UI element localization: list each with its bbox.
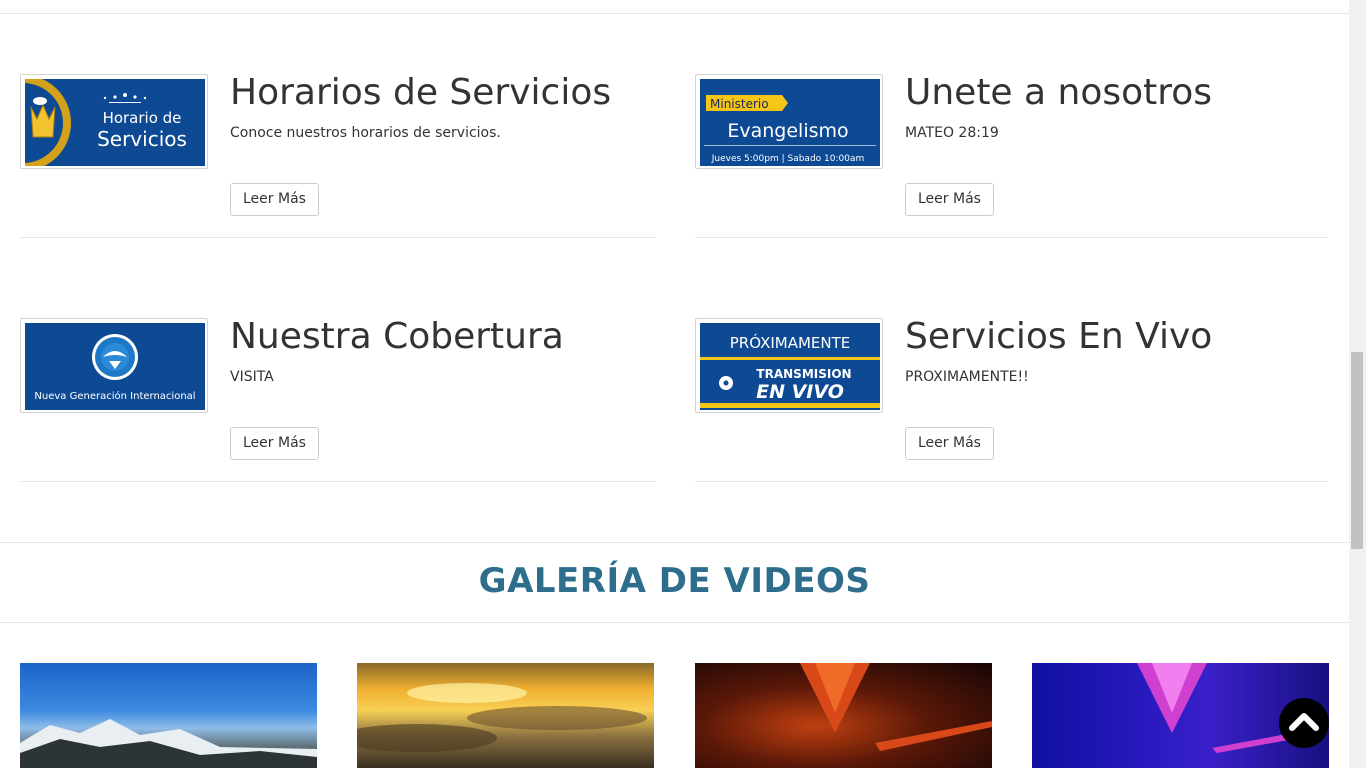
card-en-vivo: PRÓXIMAMENTE TRANSMISION EN VIVO Servici… <box>695 316 1328 482</box>
card-horarios: Horario de Servicios Horarios de Servici… <box>20 72 656 238</box>
light-beam-art <box>800 663 992 751</box>
cobertura-caption: Nueva Generación Internacional <box>34 390 195 402</box>
en-vivo-line3: EN VIVO <box>756 381 844 403</box>
card-cobertura: Nueva Generación Internacional Nuestra C… <box>20 316 656 482</box>
card-title: Servicios En Vivo <box>905 316 1213 357</box>
evangelismo-schedule: Jueves 5:00pm | Sabado 10:00am <box>711 154 865 164</box>
video-thumbnail-2[interactable] <box>357 663 654 768</box>
back-to-top-button[interactable] <box>1279 698 1329 748</box>
evangelismo-image: Ministerio Evangelismo Jueves 5:00pm | S… <box>700 79 880 166</box>
card-divider <box>695 481 1328 482</box>
evangelismo-image-art: Ministerio Evangelismo Jueves 5:00pm | S… <box>700 79 880 166</box>
en-vivo-line2: TRANSMISION <box>756 367 851 381</box>
evangelismo-main: Evangelismo <box>727 120 848 142</box>
page-scrollbar[interactable] <box>1349 0 1366 768</box>
en-vivo-line1: PRÓXIMAMENTE <box>730 333 851 352</box>
card-thumbnail[interactable]: Horario de Servicios <box>20 74 208 169</box>
mountain-art <box>20 719 317 768</box>
en-vivo-image-art: PRÓXIMAMENTE TRANSMISION EN VIVO <box>700 323 880 410</box>
card-title: Unete a nosotros <box>905 72 1213 113</box>
card-divider <box>20 481 656 482</box>
horario-line2: Servicios <box>97 127 187 151</box>
evangelismo-tag: Ministerio <box>710 97 769 111</box>
chevron-up-icon <box>1289 713 1319 731</box>
card-description: MATEO 28:19 <box>905 125 999 141</box>
card-description: VISITA <box>230 369 274 385</box>
video-thumbnail-1[interactable] <box>20 663 317 768</box>
card-description: PROXIMAMENTE!! <box>905 369 1029 385</box>
card-thumbnail[interactable]: PRÓXIMAMENTE TRANSMISION EN VIVO <box>695 318 883 413</box>
horario-servicios-image: Horario de Servicios <box>25 79 205 166</box>
top-divider <box>0 13 1349 14</box>
card-title: Nuestra Cobertura <box>230 316 564 357</box>
cobertura-image: Nueva Generación Internacional <box>25 323 205 410</box>
card-divider <box>20 237 656 238</box>
card-title: Horarios de Servicios <box>230 72 612 113</box>
leer-mas-button[interactable]: Leer Más <box>230 183 319 216</box>
leer-mas-button[interactable]: Leer Más <box>230 427 319 460</box>
en-vivo-image: PRÓXIMAMENTE TRANSMISION EN VIVO <box>700 323 880 410</box>
video-thumbnail-3[interactable] <box>695 663 992 768</box>
card-description: Conoce nuestros horarios de servicios. <box>230 125 501 141</box>
gallery-title: GALERÍA DE VIDEOS <box>478 561 871 601</box>
horario-image-art: Horario de Servicios <box>25 79 205 166</box>
gallery-top-divider <box>0 542 1349 543</box>
card-thumbnail[interactable]: Ministerio Evangelismo Jueves 5:00pm | S… <box>695 74 883 169</box>
gallery-bottom-divider <box>0 622 1349 623</box>
horario-line1: Horario de <box>103 109 182 127</box>
leer-mas-button[interactable]: Leer Más <box>905 427 994 460</box>
card-divider <box>695 237 1328 238</box>
sunset-art <box>357 683 647 752</box>
scrollbar-thumb[interactable] <box>1351 352 1363 549</box>
leer-mas-button[interactable]: Leer Más <box>905 183 994 216</box>
card-thumbnail[interactable]: Nueva Generación Internacional <box>20 318 208 413</box>
cobertura-image-art: Nueva Generación Internacional <box>25 323 205 410</box>
card-unete: Ministerio Evangelismo Jueves 5:00pm | S… <box>695 72 1328 238</box>
